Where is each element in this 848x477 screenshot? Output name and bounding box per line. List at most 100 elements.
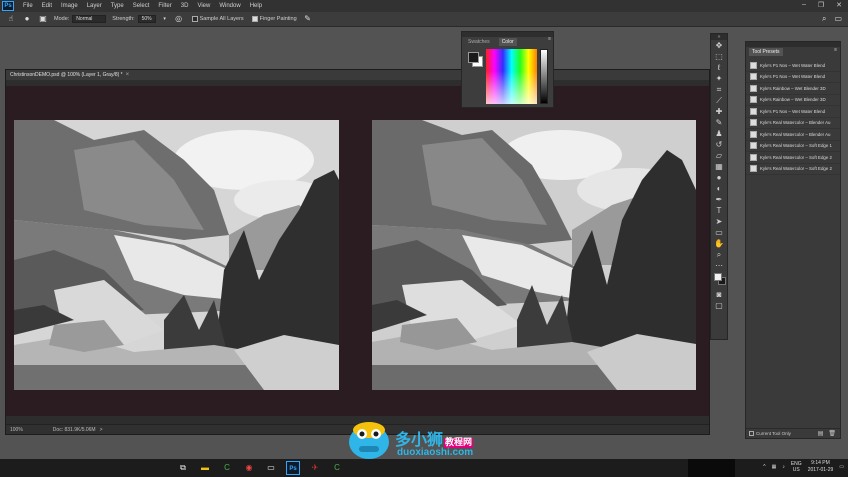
more-tools-icon[interactable]: ⋯ (711, 260, 727, 271)
app-icon[interactable]: ✈ (308, 461, 322, 475)
menu-image[interactable]: Image (61, 3, 78, 9)
menu-window[interactable]: Window (219, 3, 240, 9)
hand-tool-icon[interactable]: ✋ (711, 238, 727, 249)
close-button[interactable]: ✕ (836, 1, 842, 9)
color-spectrum-shade (486, 49, 537, 104)
network-icon[interactable]: ▦ (772, 464, 777, 470)
pen-tool-icon[interactable]: ✒ (711, 194, 727, 205)
brush-tool-icon[interactable]: ✎ (711, 117, 727, 128)
language-indicator[interactable]: ENG US (791, 461, 802, 473)
canvas-area[interactable] (6, 80, 709, 424)
screen-mode-icon[interactable]: ▢ (711, 300, 727, 311)
foreground-color-swatch[interactable] (468, 52, 479, 63)
options-bar: ☝ ● ▣ Mode: Normal Strength: 50% ▾ ◎ Sam… (0, 12, 848, 27)
magic-wand-tool-icon[interactable]: ✦ (711, 73, 727, 84)
preset-item[interactable]: Kyle's Real Watercolor – Soft Edge 2 (746, 152, 840, 164)
preset-item[interactable]: Kyle's P1 Nos – Wet Water Blend (746, 72, 840, 83)
preset-item[interactable]: Kyle's Real Watercolor – Soft Edge 2 (746, 164, 840, 175)
menu-type[interactable]: Type (111, 3, 124, 9)
chrome-icon[interactable]: ◉ (242, 461, 256, 475)
maximize-button[interactable]: ❐ (818, 1, 824, 9)
marquee-tool-icon[interactable]: ⬚ (711, 51, 727, 62)
finger-painting-checkbox[interactable]: Finger Painting (251, 16, 297, 22)
menu-edit[interactable]: Edit (42, 3, 52, 9)
volume-icon[interactable]: ♪ (782, 464, 785, 470)
menu-file[interactable]: File (23, 3, 33, 9)
tool-presets-title: Tool Presets (749, 47, 783, 56)
search-icon[interactable]: ⌕ (822, 14, 826, 24)
move-tool-icon[interactable]: ✥ (711, 40, 727, 51)
healing-brush-tool-icon[interactable]: ✚ (711, 106, 727, 117)
new-preset-icon[interactable]: ▤ (818, 430, 824, 437)
menu-filter[interactable]: Filter (158, 3, 171, 9)
type-tool-icon[interactable]: T (711, 205, 727, 216)
dodge-tool-icon[interactable]: ◐ (711, 183, 727, 194)
menu-view[interactable]: View (197, 3, 210, 9)
tab-swatches[interactable]: Swatches (465, 38, 493, 46)
document-tab[interactable]: ChristinsonDEMO.psd @ 100% (Layer 1, Gra… (10, 72, 129, 78)
panel-menu-icon[interactable]: ≡ (834, 47, 837, 53)
shape-tool-icon[interactable]: ▭ (711, 227, 727, 238)
blur-tool-icon[interactable]: ● (711, 172, 727, 183)
windows-taskbar: ⧉ ▬ C ◉ ▭ Ps ✈ C ^ ▦ ♪ ENG US 9:14 PM 20… (0, 459, 848, 477)
notifications-icon[interactable]: ▭ (839, 464, 844, 470)
watermark: 多小狮 教程网 duoxiaoshi.com (345, 420, 505, 462)
tab-tool-presets[interactable]: Tool Presets (746, 47, 840, 56)
preset-item[interactable]: Kyle's Rainbow – Wet Blender 3D (746, 83, 840, 95)
current-tool-only-checkbox[interactable] (749, 431, 754, 436)
clock[interactable]: 9:14 PM 2017-01-29 (808, 460, 834, 474)
sample-all-layers-checkbox[interactable]: Sample All Layers (191, 16, 244, 22)
painting-study-right[interactable] (372, 120, 696, 390)
menu-help[interactable]: Help (250, 3, 262, 9)
tab-color[interactable]: Color (498, 37, 517, 46)
pressure-size-icon[interactable]: ✎ (303, 14, 313, 24)
preset-item[interactable]: Kyle's Real Watercolor – Blender Au (746, 129, 840, 141)
brush-preset-icon[interactable]: ● (22, 14, 32, 24)
eraser-tool-icon[interactable]: ▱ (711, 150, 727, 161)
crop-tool-icon[interactable]: ⌗ (711, 84, 727, 95)
smudge-tool-icon[interactable]: ☝ (6, 14, 16, 24)
eyedropper-tool-icon[interactable]: ⟋ (711, 95, 727, 106)
delete-preset-icon[interactable]: 🗑 (828, 430, 836, 437)
workspace-icon[interactable]: ▭ (834, 14, 842, 24)
mode-select[interactable]: Normal (72, 15, 107, 23)
task-view-icon[interactable]: ⧉ (176, 461, 190, 475)
preset-item[interactable]: Kyle's P1 Nos – Wet Water Blend (746, 60, 840, 72)
camtasia-recorder-icon[interactable]: C (330, 461, 344, 475)
preset-item[interactable]: Kyle's Real Watercolor – Blender Au (746, 118, 840, 129)
quick-mask-icon[interactable]: ◙ (711, 289, 727, 300)
menu-select[interactable]: Select (133, 3, 150, 9)
painting-reference-left[interactable] (14, 120, 339, 390)
zoom-tool-icon[interactable]: ⌕ (711, 249, 727, 260)
tool-presets-footer: Current Tool Only ▤ 🗑 (746, 428, 840, 438)
zoom-level[interactable]: 100% (10, 427, 23, 433)
landscape-painting-left (14, 120, 339, 390)
tray-chevron-icon[interactable]: ^ (763, 464, 765, 470)
tool-foreground-color-swatch[interactable] (714, 273, 722, 281)
pressure-angle-icon[interactable]: ◎ (174, 14, 184, 24)
minimize-button[interactable]: – (802, 1, 806, 9)
strength-label: Strength: (112, 16, 135, 22)
preset-item[interactable]: Kyle's Real Watercolor – Soft Edge 1 (746, 141, 840, 152)
camtasia-icon[interactable]: C (220, 461, 234, 475)
status-menu-arrow-icon[interactable]: > (100, 427, 103, 433)
gradient-tool-icon[interactable]: ▦ (711, 161, 727, 172)
strength-dropdown-icon[interactable]: ▾ (162, 14, 168, 24)
brush-panel-icon[interactable]: ▣ (38, 14, 48, 24)
menu-3d[interactable]: 3D (181, 3, 189, 9)
history-brush-tool-icon[interactable]: ↺ (711, 139, 727, 150)
clone-stamp-tool-icon[interactable]: ♟ (711, 128, 727, 139)
watermark-url: duoxiaoshi.com (397, 447, 474, 458)
panel-menu-icon[interactable]: ≡ (548, 36, 551, 42)
preset-item[interactable]: Kyle's Rainbow – Wet Blender 3D (746, 95, 840, 106)
path-selection-tool-icon[interactable]: ➤ (711, 216, 727, 227)
lasso-tool-icon[interactable]: ℓ (711, 62, 727, 73)
photoshop-taskbar-icon[interactable]: Ps (286, 461, 300, 475)
menu-layer[interactable]: Layer (87, 3, 102, 9)
preset-item[interactable]: Kyle's P1 Nos – Wet Water Blend (746, 106, 840, 118)
file-explorer-icon[interactable]: ▬ (198, 461, 212, 475)
grayscale-ramp[interactable] (540, 49, 548, 104)
terminal-icon[interactable]: ▭ (264, 461, 278, 475)
strength-input[interactable]: 50% (137, 15, 156, 23)
close-tab-icon[interactable]: × (126, 72, 130, 78)
